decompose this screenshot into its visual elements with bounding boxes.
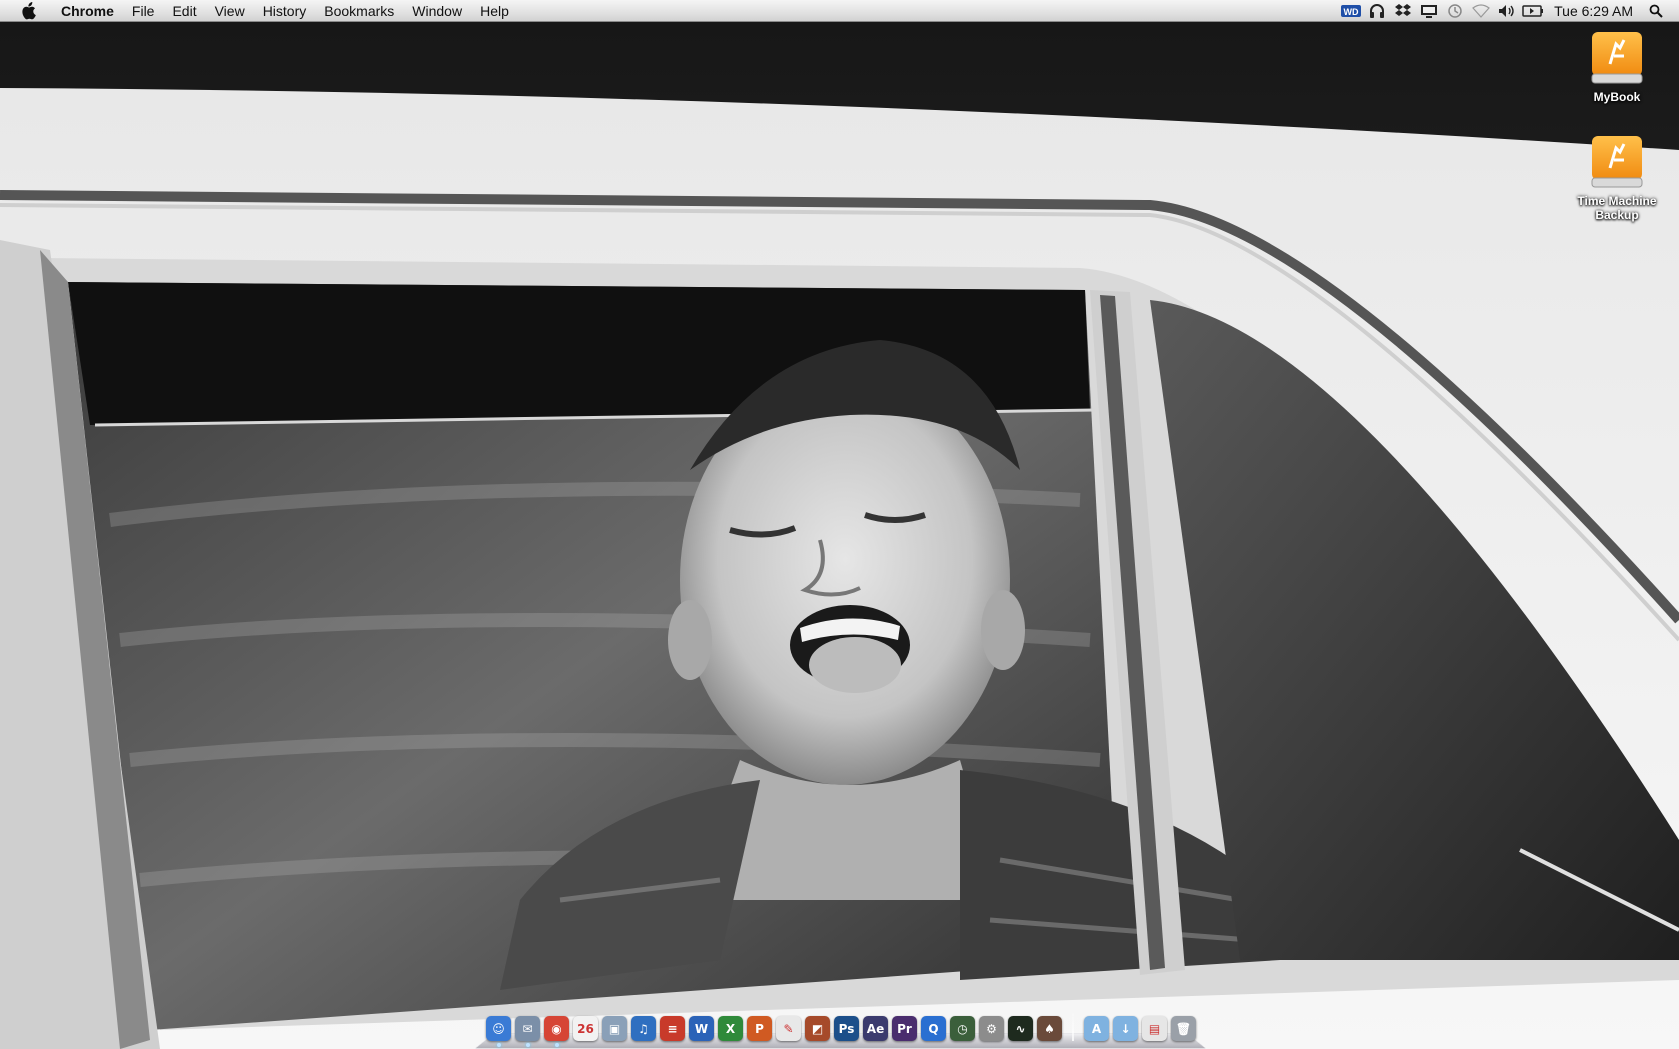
status-area: WD Tue 6:29 AM [1338, 0, 1679, 22]
wd-icon[interactable]: WD [1340, 0, 1362, 22]
trash-icon[interactable]: 🗑 [1171, 1016, 1196, 1041]
dock-separator [1072, 1013, 1074, 1041]
time-machine-icon[interactable]: ◷ [950, 1016, 975, 1041]
mail-icon[interactable]: ✉ [515, 1016, 540, 1047]
desktop-icon-label: MyBook [1593, 90, 1641, 104]
menu-window[interactable]: Window [403, 0, 471, 22]
wifi-icon[interactable] [1470, 0, 1492, 22]
wallpaper-photo [0, 0, 1679, 1049]
menu-edit[interactable]: Edit [163, 0, 205, 22]
premiere-icon[interactable]: Pr [892, 1016, 917, 1041]
firewire-drive-icon [1590, 134, 1644, 190]
desktop-icon-time-machine-backup[interactable]: Time Machine Backup [1567, 134, 1667, 222]
running-indicator [554, 1043, 559, 1047]
textedit-icon[interactable]: ✎ [776, 1016, 801, 1041]
running-indicator [525, 1043, 530, 1047]
menu-app-name[interactable]: Chrome [52, 0, 123, 22]
desktop-icon-label: Time Machine Backup [1577, 194, 1657, 222]
spotlight-search-icon[interactable] [1645, 0, 1667, 22]
photo-booth-icon[interactable]: ◩ [805, 1016, 830, 1041]
headphones-icon[interactable] [1366, 0, 1388, 22]
excel-icon[interactable]: X [718, 1016, 743, 1041]
wd-label: WD [1344, 7, 1359, 17]
quicktime-icon[interactable]: Q [921, 1016, 946, 1041]
desktop-wallpaper [0, 0, 1679, 1049]
menu-history[interactable]: History [254, 0, 316, 22]
chrome-icon[interactable]: ◉ [544, 1016, 569, 1047]
menu-bookmarks[interactable]: Bookmarks [315, 0, 403, 22]
volume-icon[interactable] [1496, 0, 1518, 22]
itunes-icon[interactable]: ♫ [631, 1016, 656, 1041]
documents-stack-icon[interactable]: ▤ [1142, 1016, 1167, 1041]
preview-icon[interactable]: ▣ [602, 1016, 627, 1041]
menu-help[interactable]: Help [471, 0, 518, 22]
finder-icon[interactable]: ☺ [486, 1016, 511, 1047]
downloads-folder-icon[interactable]: ↓ [1113, 1016, 1138, 1041]
menu-clock[interactable]: Tue 6:29 AM [1546, 0, 1645, 22]
dropbox-icon[interactable] [1392, 0, 1414, 22]
time-machine-icon[interactable] [1444, 0, 1466, 22]
applications-folder-icon[interactable]: A [1084, 1016, 1109, 1041]
powerpoint-icon[interactable]: P [747, 1016, 772, 1041]
dock: ☺ ✉ ◉ 26 ▣ ♫ ≡ W X P ✎ ◩ Ps Ae Pr Q ◷ ⚙ ∿ ♠ A ↓ ▤ 🗑 [474, 1008, 1207, 1049]
firewire-drive-icon [1590, 30, 1644, 86]
word-icon[interactable]: W [689, 1016, 714, 1041]
running-indicator [496, 1043, 501, 1047]
photoshop-icon[interactable]: Ps [834, 1016, 859, 1041]
menu-view[interactable]: View [206, 0, 254, 22]
apple-menu-icon[interactable] [18, 1, 38, 21]
menu-file[interactable]: File [123, 0, 164, 22]
desktop-icon-mybook[interactable]: MyBook [1567, 30, 1667, 104]
utility-icon[interactable]: ♠ [1037, 1016, 1062, 1041]
battery-icon[interactable] [1522, 0, 1544, 22]
dock-items: ☺ ✉ ◉ 26 ▣ ♫ ≡ W X P ✎ ◩ Ps Ae Pr Q ◷ ⚙ ∿ ♠ A ↓ ▤ 🗑 [486, 1011, 1196, 1047]
stack-icon[interactable]: ≡ [660, 1016, 685, 1041]
after-effects-icon[interactable]: Ae [863, 1016, 888, 1041]
system-preferences-icon[interactable]: ⚙ [979, 1016, 1004, 1041]
display-icon[interactable] [1418, 0, 1440, 22]
calendar-icon[interactable]: 26 [573, 1016, 598, 1041]
activity-monitor-icon[interactable]: ∿ [1008, 1016, 1033, 1041]
menu-bar: Chrome File Edit View History Bookmarks … [0, 0, 1679, 22]
